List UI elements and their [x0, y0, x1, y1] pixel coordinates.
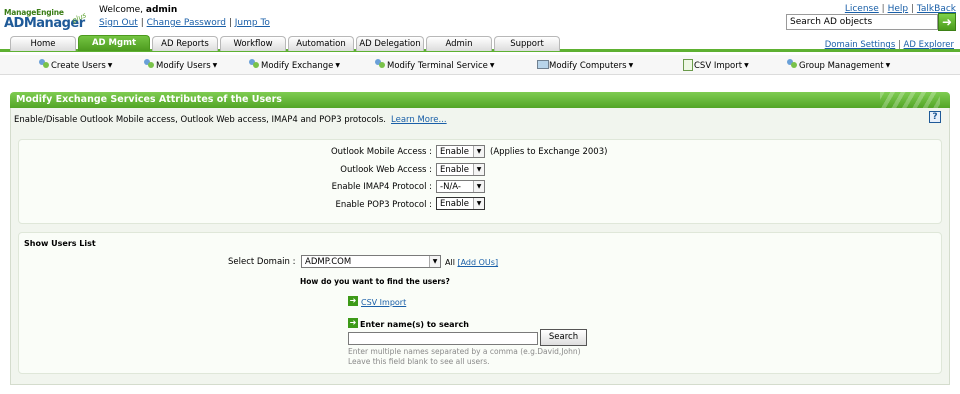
enable-imap4-label: Enable IMAP4 Protocol :: [331, 182, 432, 192]
ad-explorer-link[interactable]: AD Explorer: [904, 40, 954, 50]
product-logo: ManageEngine ADManager plus: [4, 4, 90, 36]
panel-title-text: Modify Exchange Services Attributes of t…: [16, 94, 282, 105]
welcome-text: Welcome, admin: [99, 5, 177, 15]
tab-automation[interactable]: Automation: [288, 36, 354, 51]
names-hint: Enter multiple names separated by a comm…: [348, 347, 581, 356]
tab-ad-mgmt[interactable]: AD Mgmt: [78, 35, 150, 51]
add-ous-link[interactable]: [Add OUs]: [457, 258, 498, 267]
arrow-right-icon: ➜: [348, 318, 358, 328]
tab-support[interactable]: Support: [494, 36, 560, 51]
domain-scope: All [Add OUs]: [445, 258, 498, 267]
outlook-mobile-access-select[interactable]: Enable ▼: [436, 145, 485, 158]
menu-label: Modify Exchange: [261, 61, 334, 71]
jump-to-link[interactable]: Jump To: [235, 18, 270, 28]
all-label: All: [445, 258, 455, 267]
menu-csv-import[interactable]: CSV Import ▼: [681, 59, 749, 71]
panel-description: Enable/Disable Outlook Mobile access, Ou…: [14, 115, 447, 125]
users-icon: [248, 59, 260, 69]
enable-pop3-select[interactable]: Enable ▼: [436, 197, 485, 210]
caret-down-icon: ▼: [489, 62, 495, 69]
caret-down-icon: ▼: [212, 62, 218, 69]
username: admin: [145, 5, 178, 15]
panel-title: Modify Exchange Services Attributes of t…: [10, 92, 950, 108]
domain-select[interactable]: ADMP.COM ▼: [301, 255, 441, 268]
separator: |: [140, 18, 144, 28]
separator: |: [881, 4, 885, 14]
menu-modify-computers[interactable]: Modify Computers ▼: [536, 59, 633, 71]
find-users-question: How do you want to find the users?: [300, 277, 450, 286]
main-tab-bar: Home AD Mgmt AD Reports Workflow Automat…: [0, 35, 960, 52]
search-button[interactable]: Search: [540, 329, 587, 346]
sub-menu-bar: Create Users ▼ Modify Users ▼ Modify Excha…: [0, 55, 960, 75]
menu-label: Group Management: [799, 61, 884, 71]
tab-admin[interactable]: Admin: [426, 36, 492, 51]
show-users-heading: Show Users List: [24, 239, 96, 248]
tab-workflow[interactable]: Workflow: [220, 36, 286, 51]
description-text: Enable/Disable Outlook Mobile access, Ou…: [14, 115, 386, 125]
outlook-mobile-access-label: Outlook Mobile Access :: [330, 147, 432, 157]
enable-pop3-label: Enable POP3 Protocol :: [335, 200, 432, 210]
help-link[interactable]: Help: [888, 4, 909, 14]
blank-hint: Leave this field blank to see all users.: [348, 357, 490, 366]
menu-label: CSV Import: [694, 61, 743, 71]
arrow-right-icon[interactable]: ➜: [938, 13, 956, 31]
title-decoration: [880, 92, 940, 108]
domain-settings-link[interactable]: Domain Settings: [825, 40, 896, 50]
csv-icon: [681, 59, 693, 71]
arrow-right-icon: ➜: [348, 296, 358, 306]
csv-import-link[interactable]: CSV Import: [361, 298, 406, 307]
menu-create-users[interactable]: Create Users ▼: [38, 59, 112, 71]
menu-modify-exchange[interactable]: Modify Exchange ▼: [248, 59, 340, 71]
caret-down-icon: ▼: [744, 62, 749, 69]
welcome-prefix: Welcome,: [99, 5, 144, 15]
user-names-input[interactable]: [348, 332, 538, 345]
sign-out-link[interactable]: Sign Out: [99, 18, 138, 28]
caret-down-icon: ▼: [885, 62, 891, 69]
caret-down-icon: ▼: [335, 62, 341, 69]
select-value: Enable: [440, 165, 469, 175]
outlook-web-access-label: Outlook Web Access :: [340, 165, 432, 175]
select-value: Enable: [440, 199, 469, 209]
exchange-2003-note: (Applies to Exchange 2003): [490, 147, 608, 157]
dropdown-arrow-icon: ▼: [473, 198, 484, 209]
users-icon: [786, 59, 798, 69]
domain-links: Domain Settings | AD Explorer: [825, 40, 954, 50]
dropdown-arrow-icon: ▼: [473, 146, 484, 157]
license-link[interactable]: License: [845, 4, 879, 14]
separator: |: [910, 4, 915, 14]
separator: |: [897, 40, 901, 50]
change-password-link[interactable]: Change Password: [147, 18, 226, 28]
menu-modify-terminal-service[interactable]: Modify Terminal Service ▼: [374, 59, 495, 71]
enter-names-label: Enter name(s) to search: [360, 320, 469, 329]
dropdown-arrow-icon: ▼: [473, 181, 484, 192]
users-icon: [374, 59, 386, 69]
tab-ad-delegation[interactable]: AD Delegation: [356, 36, 424, 51]
users-icon: [38, 59, 50, 69]
select-value: -N/A-: [440, 182, 461, 192]
select-value: ADMP.COM: [305, 257, 352, 267]
search-ad-objects-input[interactable]: [786, 14, 938, 30]
menu-label: Modify Users: [156, 61, 211, 71]
menu-label: Create Users: [51, 61, 106, 71]
dropdown-arrow-icon: ▼: [473, 164, 484, 175]
menu-group-management[interactable]: Group Management ▼: [786, 59, 890, 71]
separator: |: [228, 18, 232, 28]
caret-down-icon: ▼: [628, 62, 634, 69]
user-links: Sign Out | Change Password | Jump To: [99, 18, 270, 28]
select-domain-label: Select Domain :: [228, 257, 296, 267]
dropdown-arrow-icon: ▼: [429, 256, 440, 267]
computer-icon: [536, 59, 549, 69]
help-icon[interactable]: ?: [929, 111, 941, 123]
enable-imap4-select[interactable]: -N/A- ▼: [436, 180, 485, 193]
caret-down-icon: ▼: [107, 62, 113, 69]
tab-ad-reports[interactable]: AD Reports: [152, 36, 218, 51]
select-value: Enable: [440, 147, 469, 157]
learn-more-link[interactable]: Learn More...: [391, 115, 447, 125]
menu-label: Modify Computers: [549, 61, 627, 71]
menu-modify-users[interactable]: Modify Users ▼: [143, 59, 217, 71]
users-icon: [143, 59, 155, 69]
menu-label: Modify Terminal Service: [387, 61, 488, 71]
outlook-web-access-select[interactable]: Enable ▼: [436, 163, 485, 176]
tab-home[interactable]: Home: [10, 36, 76, 51]
